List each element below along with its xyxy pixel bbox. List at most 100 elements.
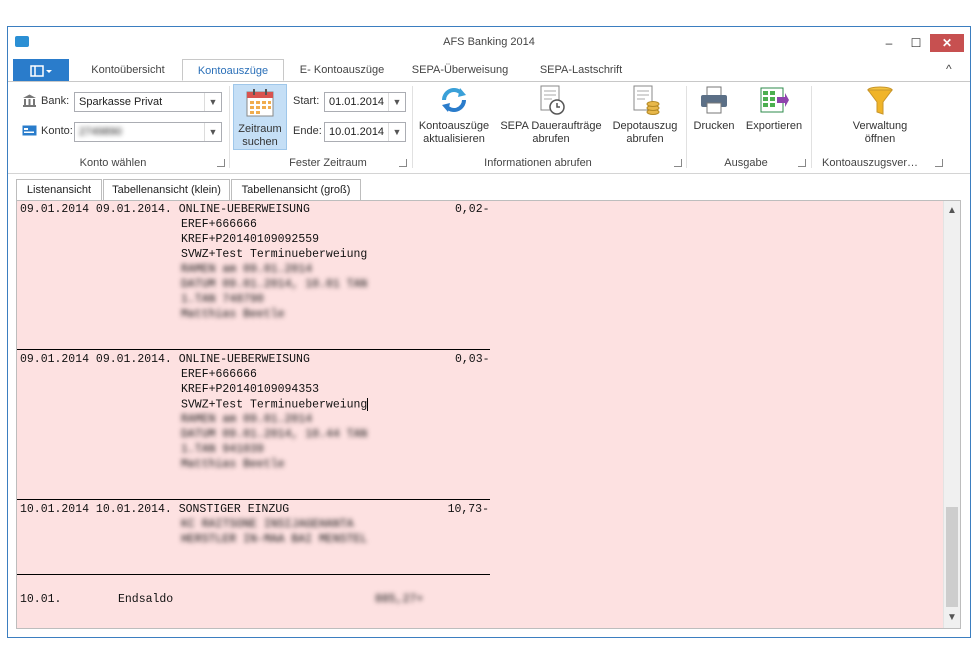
drucken-button[interactable]: Drucken: [690, 84, 738, 150]
dialog-launcher-icon[interactable]: [399, 159, 407, 167]
account-card-icon: [22, 125, 37, 136]
tab-e-kontoauszuege[interactable]: E- Kontoauszüge: [290, 59, 394, 81]
separator-line: [17, 574, 490, 575]
start-label: Start:: [293, 95, 320, 107]
tab-sepa-lastschrift[interactable]: SEPA-Lastschrift: [526, 59, 636, 81]
dialog-launcher-icon[interactable]: [674, 159, 682, 167]
tab-listenansicht[interactable]: Listenansicht: [16, 179, 102, 201]
entry-1-blurred-4: Matthias Beetle: [181, 308, 285, 321]
verwaltung-label-2: öffnen: [864, 133, 896, 145]
calendar-icon: [246, 89, 274, 117]
chevron-down-icon[interactable]: ▼: [388, 123, 405, 141]
exportieren-label: Exportieren: [745, 120, 803, 132]
zeitraum-label-1: Zeitraum: [238, 123, 282, 135]
depot-label-2: abrufen: [626, 133, 664, 145]
depotauszug-button[interactable]: Depotauszug abrufen: [608, 84, 682, 150]
maximize-button[interactable]: ☐: [903, 34, 929, 52]
bank-icon: [23, 94, 36, 107]
statement-list[interactable]: 09.01.2014 09.01.2014. ONLINE-UEBERWEISU…: [16, 200, 961, 629]
dialog-launcher-icon[interactable]: [935, 159, 943, 167]
aktualisieren-label-2: aktualisieren: [423, 133, 485, 145]
exportieren-button[interactable]: Exportieren: [741, 84, 807, 150]
title-bar: AFS Banking 2014 ‒ ☐ ✕: [8, 27, 970, 57]
end-date-value: 10.01.2014: [329, 126, 385, 138]
group-divider: [811, 86, 812, 168]
dialog-launcher-icon[interactable]: [217, 159, 225, 167]
close-button[interactable]: ✕: [930, 34, 964, 52]
refresh-icon: [442, 88, 466, 112]
verwaltung-label-1: Verwaltung: [852, 120, 908, 132]
group-label-ausgabe: Ausgabe: [724, 157, 768, 169]
export-spreadsheet-icon: [760, 87, 789, 113]
tab-kontouebersicht[interactable]: Kontoübersicht: [80, 59, 176, 81]
bank-select[interactable]: Sparkasse Privat ▼: [74, 92, 222, 112]
document-clock-icon: [540, 85, 565, 115]
chevron-down-icon[interactable]: ▼: [204, 93, 221, 111]
start-date-field[interactable]: 01.01.2014 ▼: [324, 92, 406, 112]
drucken-label: Drucken: [693, 120, 735, 132]
entry-3-blurred-2: HERSTLER IN-MAA BAI MENSTEL: [181, 533, 368, 546]
entry-1-blurred-1: RAMEN am 09.01.2014: [181, 263, 313, 276]
entry-2-amount: 0,03-: [455, 353, 490, 366]
collapse-ribbon-icon[interactable]: ^: [946, 62, 952, 76]
zeitraum-suchen-button[interactable]: Zeitraum suchen: [233, 84, 287, 150]
entry-1-amount: 0,02-: [455, 203, 490, 216]
verwaltung-oeffnen-button[interactable]: Verwaltung öffnen: [844, 84, 916, 150]
aktualisieren-label-1: Kontoauszüge: [418, 120, 490, 132]
window-title: AFS Banking 2014: [443, 36, 535, 48]
ribbon: Bank: Sparkasse Privat ▼ Konto: 2749890 …: [8, 82, 970, 174]
entry-3-blurred-1: KC RAITSONE INSIJAGEHANTA: [181, 518, 354, 531]
vertical-scrollbar[interactable]: ▲ ▼: [943, 201, 960, 628]
bank-label: Bank:: [41, 95, 70, 107]
bank-value: Sparkasse Privat: [79, 96, 163, 108]
scroll-up-icon[interactable]: ▲: [944, 203, 960, 219]
entry-1-line-3: SVWZ+Test Terminueberweiung: [181, 248, 368, 261]
entry-1-line-1: EREF+666666: [181, 218, 257, 231]
ribbon-tab-row: Kontoübersicht Kontoauszüge E- Kontoausz…: [8, 59, 970, 82]
tab-kontoauszuege[interactable]: Kontoauszüge: [182, 59, 284, 81]
file-menu-button[interactable]: [13, 59, 69, 81]
group-divider: [229, 86, 230, 168]
sepa-dauerauftraege-button[interactable]: SEPA Daueraufträge abrufen: [496, 84, 606, 150]
group-label-fester-zeitraum: Fester Zeitraum: [289, 157, 367, 169]
entry-1-blurred-2: DATUM 09.01.2014, 10.01 TAN: [181, 278, 368, 291]
konto-label: Konto:: [41, 125, 73, 137]
printer-icon: [701, 86, 727, 114]
tab-sepa-ueberweisung[interactable]: SEPA-Überweisung: [400, 59, 520, 81]
end-date-field[interactable]: 10.01.2014 ▼: [324, 122, 406, 142]
chevron-down-icon[interactable]: ▼: [204, 123, 221, 141]
chevron-down-icon[interactable]: ▼: [388, 93, 405, 111]
group-divider: [412, 86, 413, 168]
filter-funnel-icon: [867, 86, 893, 115]
entry-2-line-2: KREF+P20140109094353: [181, 383, 320, 396]
depot-label-1: Depotauszug: [612, 120, 678, 132]
minimize-button[interactable]: ‒: [876, 34, 902, 52]
scroll-down-icon[interactable]: ▼: [944, 610, 960, 626]
entry-2-line-3-wrap: SVWZ+Test Terminueberweiung: [181, 398, 369, 412]
sepa-dauer-label-2: abrufen: [532, 133, 570, 145]
konto-select[interactable]: 2749890 ▼: [74, 122, 222, 142]
entry-2-line-3: SVWZ+Test Terminueberweiung: [181, 398, 368, 412]
group-label-informationen: Informationen abrufen: [484, 157, 592, 169]
end-label: Ende:: [293, 125, 322, 137]
entry-2-blurred-4: Matthias Beetle: [181, 458, 285, 471]
tab-tabellenansicht-klein[interactable]: Tabellenansicht (klein): [103, 179, 230, 200]
group-divider: [686, 86, 687, 168]
entry-2-blurred-3: 1.TAN 941039: [181, 443, 264, 456]
dialog-launcher-icon[interactable]: [798, 159, 806, 167]
endsaldo-date: 10.01.: [20, 593, 62, 606]
zeitraum-label-2: suchen: [242, 136, 278, 148]
tab-tabellenansicht-gross[interactable]: Tabellenansicht (groß): [231, 179, 361, 200]
start-date-value: 01.01.2014: [329, 96, 385, 108]
scrollbar-thumb[interactable]: [946, 507, 958, 607]
entry-3-head: 10.01.2014 10.01.2014. SONSTIGER EINZUG: [20, 503, 290, 516]
entry-2-blurred-1: RAMEN am 09.01.2014: [181, 413, 313, 426]
kontoauszuege-aktualisieren-button[interactable]: Kontoauszüge aktualisieren: [416, 84, 492, 150]
sepa-dauer-label-1: SEPA Daueraufträge: [500, 120, 602, 132]
separator-line: [17, 499, 490, 500]
menu-icon: [30, 65, 52, 77]
entry-3-amount: 10,73-: [447, 503, 489, 516]
endsaldo-amount: 885,27+: [375, 593, 424, 606]
app-window: AFS Banking 2014 ‒ ☐ ✕ Kontoübersicht Ko…: [7, 26, 971, 638]
konto-value: 2749890: [79, 126, 122, 138]
